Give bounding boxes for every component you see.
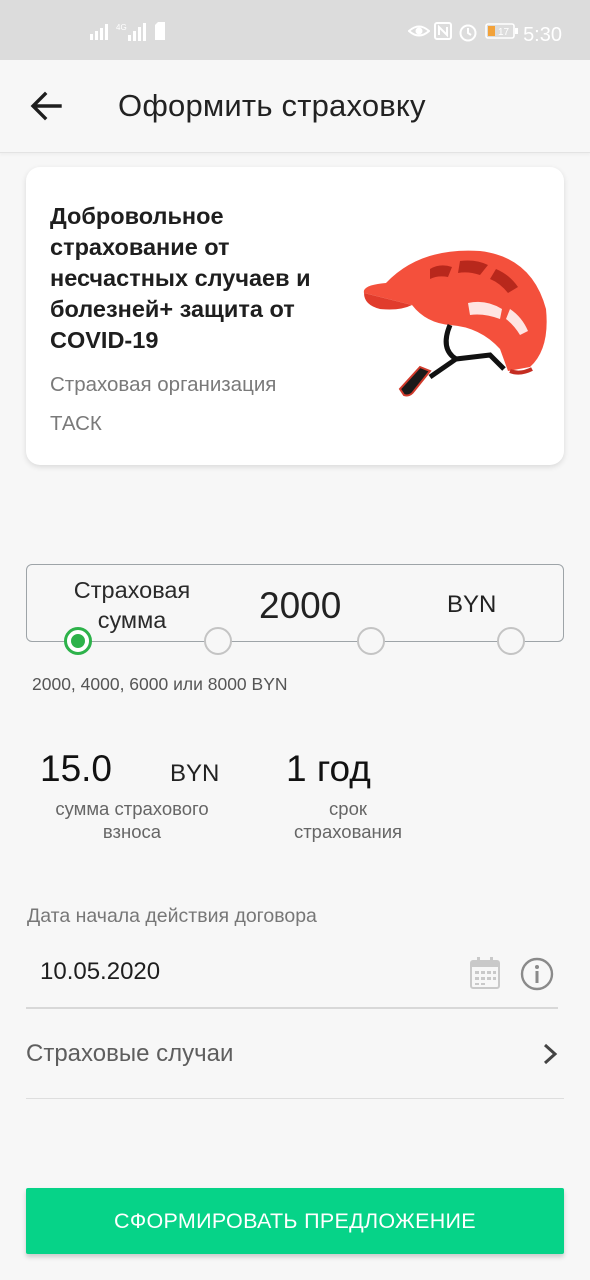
svg-text:17: 17 [498, 27, 510, 38]
helmet-image [363, 250, 547, 397]
svg-text:4G: 4G [116, 23, 127, 32]
clock: 5:30 [523, 24, 562, 46]
status-bar: 4G 17 5:30 [0, 0, 590, 60]
premium-caption: сумма страхового взноса [55, 798, 209, 842]
premium-value: 15.0 [40, 748, 113, 789]
sum-option-2000[interactable] [64, 627, 92, 655]
page-title: Оформить страховку [118, 88, 426, 123]
sum-insured-currency: BYN [447, 591, 497, 618]
sum-option-8000[interactable] [497, 627, 525, 655]
sum-option-4000[interactable] [204, 627, 232, 655]
sim-icon [155, 22, 165, 40]
insured-events-label: Страховые случаи [26, 1040, 234, 1067]
alarm-icon [459, 24, 477, 42]
signal-4g-icon: 4G [116, 23, 146, 41]
premium-currency: BYN [170, 760, 220, 787]
sum-insured-value: 2000 [259, 585, 342, 626]
back-arrow-icon[interactable] [28, 88, 64, 124]
date-divider [26, 1007, 558, 1009]
submit-offer-button[interactable]: СФОРМИРОВАТЬ ПРЕДЛОЖЕНИЕ [26, 1188, 564, 1254]
sum-option-6000[interactable] [357, 627, 385, 655]
insurer-label: Страховая организация [50, 373, 277, 396]
sum-options-hint: 2000, 4000, 6000 или 8000 BYN [32, 674, 288, 694]
insured-events-row[interactable]: Страховые случаи [26, 1010, 564, 1099]
start-date-input[interactable]: 10.05.2020 [40, 958, 160, 986]
sum-insured-field: Страховая сумма 2000 BYN [26, 564, 564, 642]
product-title: Добровольное страхование от несчастных с… [50, 203, 311, 353]
term-value: 1 год [286, 748, 371, 789]
battery-icon: 17 [485, 23, 518, 39]
sum-insured-label: Страховая сумма [73, 577, 191, 633]
start-date-label: Дата начала действия договора [27, 905, 317, 927]
term-caption: срок страхования [293, 798, 403, 842]
calendar-icon[interactable] [469, 956, 501, 990]
insurer-name: ТАСК [50, 412, 102, 435]
signal-icon [90, 24, 108, 40]
app-bar: Оформить страховку [0, 60, 590, 153]
eye-icon [408, 25, 430, 37]
product-card[interactable]: Добровольное страхование от несчастных с… [26, 167, 564, 465]
info-icon[interactable] [520, 957, 554, 991]
nfc-icon [434, 22, 452, 40]
chevron-right-icon [543, 1043, 558, 1065]
